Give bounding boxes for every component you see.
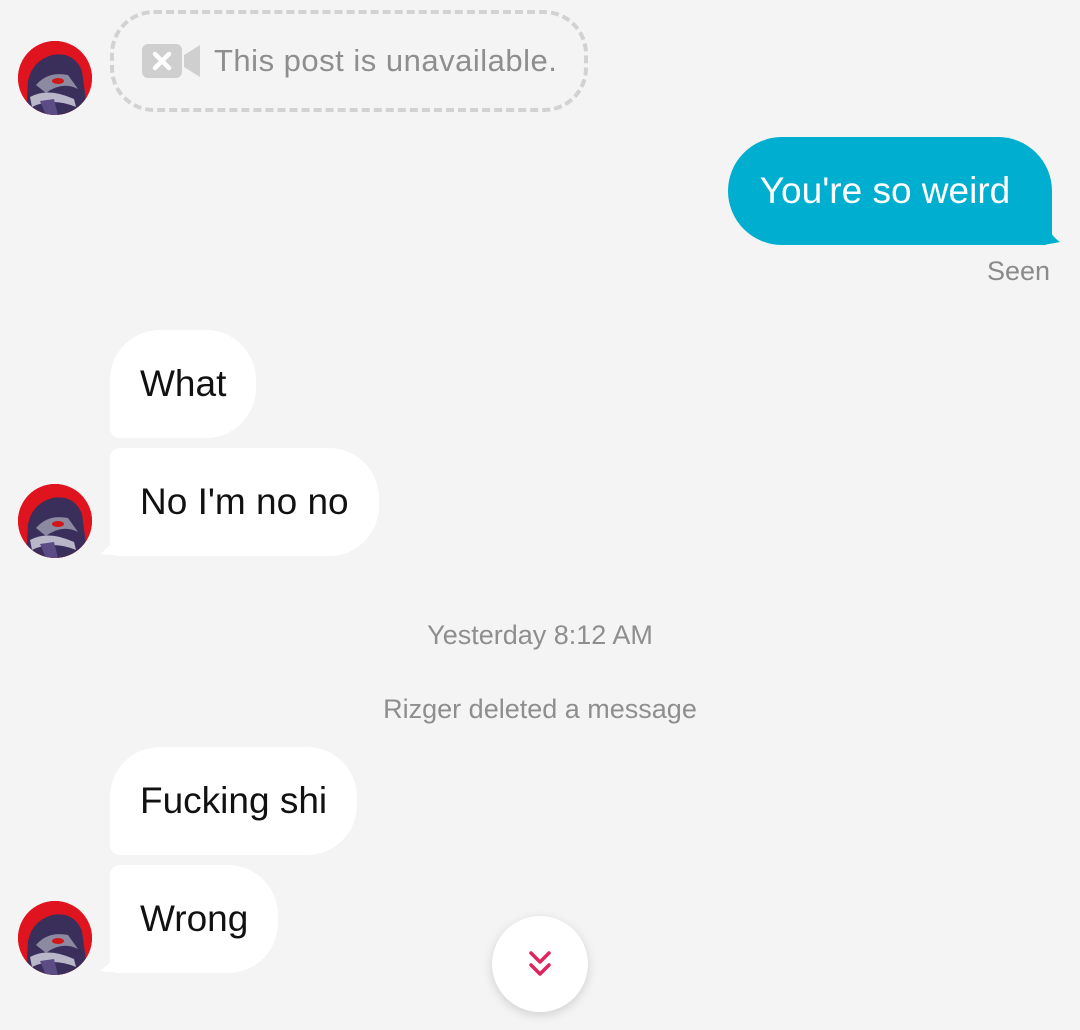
avatar-image: [18, 901, 92, 975]
avatar-image: [18, 41, 92, 115]
incoming-bubble-tail: [100, 530, 130, 555]
incoming-message[interactable]: Wrong: [110, 865, 279, 973]
incoming-message-text: No I'm no no: [140, 481, 349, 522]
unavailable-post[interactable]: This post is unavailable.: [110, 10, 588, 112]
outgoing-bubble-tail: [1030, 216, 1060, 245]
incoming-message[interactable]: No I'm no no: [110, 448, 379, 556]
timestamp: Yesterday 8:12 AM: [427, 620, 653, 650]
deleted-message-notice: Rizger deleted a message: [383, 694, 697, 724]
outgoing-message[interactable]: You're so weird: [728, 137, 1052, 245]
incoming-message[interactable]: Fucking shi: [110, 747, 358, 855]
double-chevron-down-icon: [529, 951, 551, 976]
incoming-message-text: Fucking shi: [140, 780, 328, 821]
incoming-message-text: Wrong: [140, 898, 249, 939]
avatar[interactable]: [18, 484, 92, 558]
seen-status: Seen: [986, 256, 1050, 286]
avatar[interactable]: [18, 901, 92, 975]
video-unavailable-icon: [142, 44, 200, 78]
avatar-image: [18, 484, 92, 558]
scroll-to-bottom-button[interactable]: [492, 916, 588, 1012]
outgoing-message-text: You're so weird: [759, 170, 1011, 211]
incoming-message[interactable]: What: [110, 330, 257, 438]
avatar[interactable]: [18, 41, 92, 115]
incoming-bubble-tail: [100, 947, 130, 972]
incoming-message-text: What: [140, 363, 227, 404]
unavailable-post-text: This post is unavailable.: [214, 43, 558, 78]
